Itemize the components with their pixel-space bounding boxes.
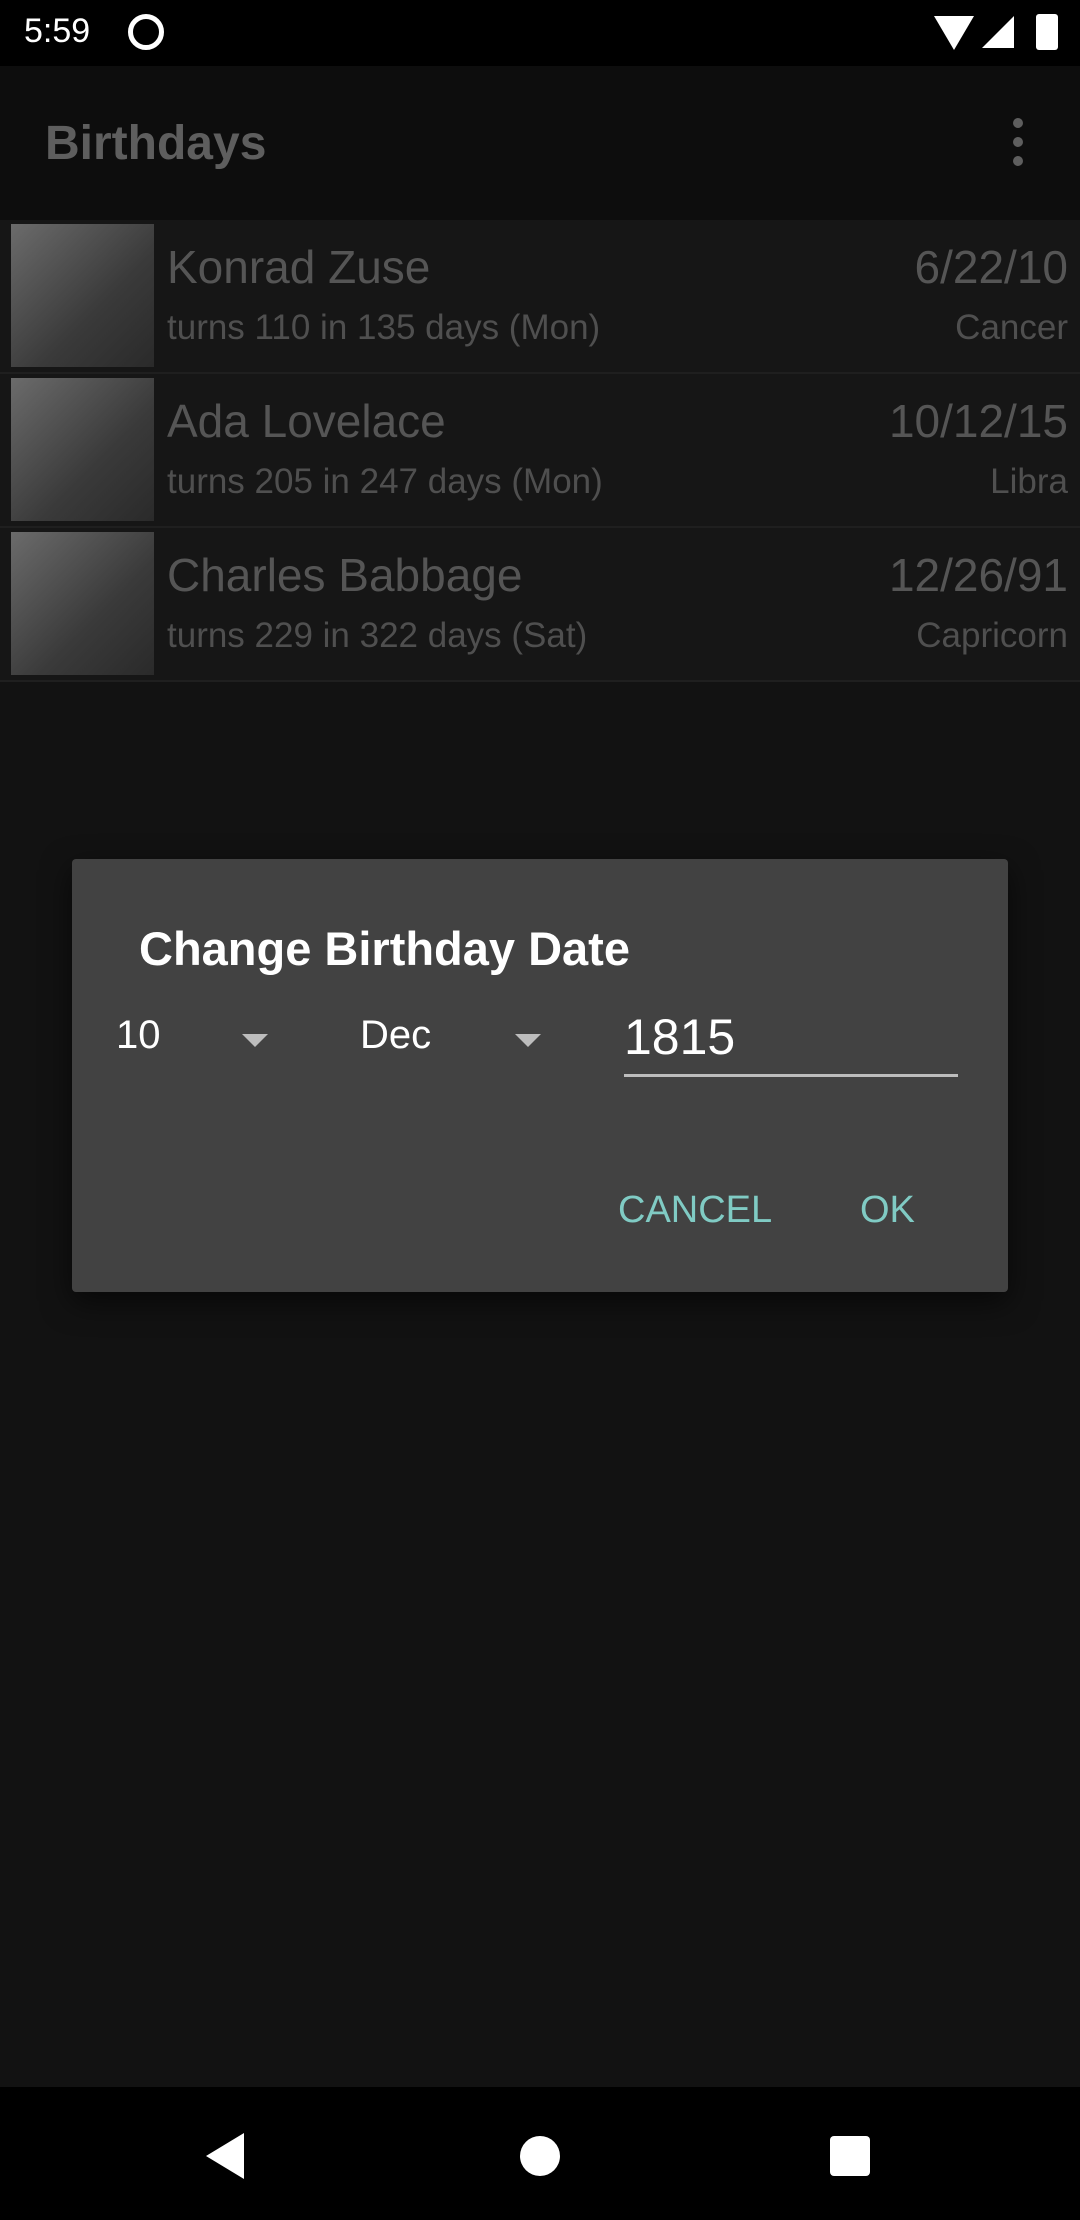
person-name: Ada Lovelace [167,395,446,447]
change-date-dialog: Change Birthday Date 10 Dec CANCEL OK [72,859,1008,1292]
birth-date: 6/22/10 [914,241,1068,293]
year-input[interactable] [624,999,958,1077]
list-item[interactable]: Ada Lovelace turns 205 in 247 days (Mon)… [0,374,1080,528]
list-item[interactable]: Charles Babbage turns 229 in 322 days (S… [0,528,1080,682]
chevron-down-icon[interactable] [242,1034,268,1047]
avatar [11,378,154,521]
avatar [11,224,154,367]
birthday-info: turns 229 in 322 days (Sat) [167,616,588,655]
birthday-info: turns 205 in 247 days (Mon) [167,462,603,501]
battery-icon [1036,14,1058,50]
chevron-down-icon[interactable] [515,1034,541,1047]
signal-icon [982,16,1014,48]
zodiac-sign: Capricorn [916,616,1068,655]
ok-button[interactable]: OK [860,1189,915,1232]
dialog-title: Change Birthday Date [139,922,630,975]
list-item[interactable]: Konrad Zuse turns 110 in 135 days (Mon) … [0,220,1080,374]
more-options-icon[interactable] [1006,118,1030,174]
zodiac-sign: Libra [990,462,1068,501]
page-title: Birthdays [45,117,267,170]
avatar [11,532,154,675]
day-spinner[interactable]: 10 [116,1013,161,1058]
zodiac-sign: Cancer [955,308,1068,347]
month-spinner[interactable]: Dec [360,1013,431,1058]
status-bar: 5:59 [0,0,1080,66]
app-bar: Birthdays [0,66,1080,220]
recents-icon[interactable] [830,2136,870,2176]
back-icon[interactable] [206,2133,244,2179]
person-name: Konrad Zuse [167,241,431,293]
birth-date: 10/12/15 [888,395,1068,447]
notification-icon [128,14,164,50]
birth-date: 12/26/91 [888,549,1068,601]
status-time: 5:59 [24,12,91,50]
person-name: Charles Babbage [167,549,523,601]
cancel-button[interactable]: CANCEL [618,1189,772,1232]
home-icon[interactable] [520,2136,560,2176]
birthday-info: turns 110 in 135 days (Mon) [167,308,601,347]
wifi-icon [934,16,974,50]
navigation-bar [0,2087,1080,2220]
